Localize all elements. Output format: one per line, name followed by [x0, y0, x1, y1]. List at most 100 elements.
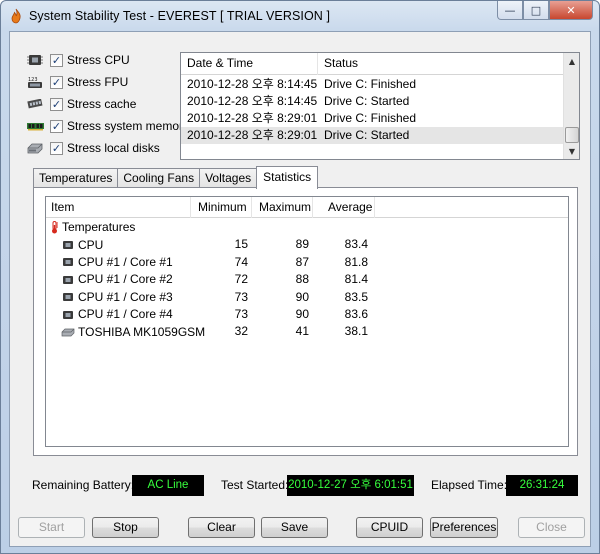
test-started-display: 2010-12-27 오후 6:01:51 [287, 475, 414, 496]
scroll-up-arrow-icon[interactable]: ▲ [564, 53, 580, 69]
header-maximum[interactable]: Maximum [252, 197, 313, 218]
max-value: 88 [295, 272, 309, 287]
thermometer-icon [49, 221, 59, 234]
log-date: 2010-12-28 오후 8:14:45 [187, 77, 318, 91]
scroll-thumb[interactable] [565, 127, 579, 143]
stress-cache-option[interactable]: ✓ Stress cache [26, 93, 189, 115]
battery-display: AC Line [132, 475, 204, 496]
stress-cache-label: Stress cache [67, 97, 137, 111]
avg-value: 83.4 [344, 237, 368, 252]
statistics-panel: Item Minimum Maximum Average Temperature… [33, 187, 578, 456]
statistics-table[interactable]: Item Minimum Maximum Average Temperature… [45, 196, 569, 447]
cpu-chip-icon [61, 274, 75, 285]
log-header-date[interactable]: Date & Time [181, 53, 318, 75]
scroll-down-arrow-icon[interactable]: ▼ [564, 143, 580, 159]
title-bar[interactable]: System Stability Test - EVEREST [ TRIAL … [1, 1, 599, 31]
log-date: 2010-12-28 오후 8:14:45 [187, 94, 318, 108]
elapsed-time-display: 26:31:24 [506, 475, 578, 496]
log-status: Drive C: Finished [324, 111, 417, 125]
tab-voltages[interactable]: Voltages [199, 168, 258, 188]
cpu-chip-icon [61, 292, 75, 303]
item-label: CPU #1 / Core #1 [78, 254, 173, 269]
stability-test-window: System Stability Test - EVEREST [ TRIAL … [0, 0, 600, 554]
max-value: 41 [295, 324, 309, 339]
table-row[interactable]: CPU 15 89 83.4 [46, 236, 568, 253]
cpuid-button[interactable]: CPUID [356, 517, 423, 538]
minimize-button[interactable]: — [497, 1, 523, 20]
cpu-chip-icon [61, 309, 75, 320]
hard-disk-icon [61, 327, 75, 338]
log-date: 2010-12-28 오후 8:29:01 [187, 111, 318, 125]
log-row[interactable]: 2010-12-28 오후 8:14:45 Drive C: Finished [181, 76, 564, 93]
avg-value: 83.5 [344, 289, 368, 304]
item-cell: TOSHIBA MK1059GSM [46, 323, 205, 340]
start-button[interactable]: Start [18, 517, 85, 538]
log-status: Drive C: Finished [324, 77, 417, 91]
cpu-chip-icon [26, 53, 44, 67]
max-value: 90 [295, 289, 309, 304]
battery-label: Remaining Battery: [32, 478, 135, 492]
table-row[interactable]: TOSHIBA MK1059GSM 32 41 38.1 [46, 323, 568, 340]
tab-temperatures[interactable]: Temperatures [33, 168, 119, 188]
log-header-status[interactable]: Status [318, 53, 564, 75]
tab-statistics[interactable]: Statistics [256, 166, 319, 189]
min-value: 73 [234, 289, 248, 304]
statistics-rows: Temperatures CPU 15 89 83.4 CPU #1 / Cor… [46, 219, 568, 341]
stress-fpu-checkbox[interactable]: ✓ [50, 75, 63, 89]
log-status: Drive C: Started [324, 128, 410, 142]
stress-fpu-option[interactable]: 123 ✓ Stress FPU [26, 71, 189, 93]
header-item[interactable]: Item [46, 197, 191, 218]
item-cell: CPU #1 / Core #2 [46, 271, 191, 288]
maximize-button[interactable]: □ [523, 1, 549, 20]
log-rows: 2010-12-28 오후 8:14:45 Drive C: Finished … [181, 76, 564, 144]
client-area: ✓ Stress CPU 123 ✓ Stress FPU ✓ Stress c… [9, 31, 591, 547]
log-date: 2010-12-28 오후 8:29:01 [187, 128, 318, 142]
avg-value: 81.4 [344, 272, 368, 287]
group-cell: Temperatures [46, 219, 191, 236]
close-button[interactable]: Close [518, 517, 585, 538]
close-window-button[interactable]: ✕ [549, 1, 593, 20]
stress-cpu-option[interactable]: ✓ Stress CPU [26, 49, 189, 71]
event-log-list[interactable]: Date & Time Status 2010-12-28 오후 8:14:45… [180, 52, 580, 160]
stress-memory-option[interactable]: ✓ Stress system memory [26, 115, 189, 137]
stress-memory-checkbox[interactable]: ✓ [50, 119, 63, 133]
max-value: 89 [295, 237, 309, 252]
log-scrollbar[interactable]: ▲ ▼ [563, 53, 579, 159]
group-row[interactable]: Temperatures [46, 219, 568, 236]
window-title: System Stability Test - EVEREST [ TRIAL … [29, 9, 331, 23]
save-button[interactable]: Save [261, 517, 328, 538]
log-row[interactable]: 2010-12-28 오후 8:29:01 Drive C: Finished [181, 110, 564, 127]
stress-disks-checkbox[interactable]: ✓ [50, 141, 63, 155]
table-row[interactable]: CPU #1 / Core #3 73 90 83.5 [46, 289, 568, 306]
tab-cooling-fans[interactable]: Cooling Fans [117, 168, 201, 188]
stress-disks-option[interactable]: ✓ Stress local disks [26, 137, 189, 159]
table-row[interactable]: CPU #1 / Core #4 73 90 83.6 [46, 306, 568, 323]
stress-options: ✓ Stress CPU 123 ✓ Stress FPU ✓ Stress c… [26, 49, 189, 159]
item-label: CPU #1 / Core #3 [78, 289, 173, 304]
header-average[interactable]: Average [313, 197, 375, 218]
window-controls: — □ ✕ [497, 1, 593, 21]
preferences-button[interactable]: Preferences [430, 517, 498, 538]
header-minimum[interactable]: Minimum [191, 197, 252, 218]
table-row[interactable]: CPU #1 / Core #2 72 88 81.4 [46, 271, 568, 288]
item-label: CPU #1 / Core #2 [78, 272, 173, 287]
min-value: 74 [234, 254, 248, 269]
min-value: 32 [234, 324, 248, 339]
stress-cpu-checkbox[interactable]: ✓ [50, 53, 63, 67]
log-row-selected[interactable]: 2010-12-28 오후 8:29:01 Drive C: Started [181, 127, 564, 144]
clear-button[interactable]: Clear [188, 517, 255, 538]
avg-value: 83.6 [344, 306, 368, 321]
min-value: 15 [234, 237, 248, 252]
item-cell: CPU #1 / Core #3 [46, 289, 191, 306]
stress-cache-checkbox[interactable]: ✓ [50, 97, 63, 111]
item-cell: CPU [46, 236, 191, 253]
max-value: 87 [295, 254, 309, 269]
item-label: CPU #1 / Core #4 [78, 307, 173, 322]
min-value: 73 [234, 306, 248, 321]
ram-stick-icon [26, 119, 44, 133]
stress-cpu-label: Stress CPU [67, 53, 130, 67]
stress-memory-label: Stress system memory [67, 119, 190, 133]
table-row[interactable]: CPU #1 / Core #1 74 87 81.8 [46, 254, 568, 271]
stop-button[interactable]: Stop [92, 517, 159, 538]
log-row[interactable]: 2010-12-28 오후 8:14:45 Drive C: Started [181, 93, 564, 110]
